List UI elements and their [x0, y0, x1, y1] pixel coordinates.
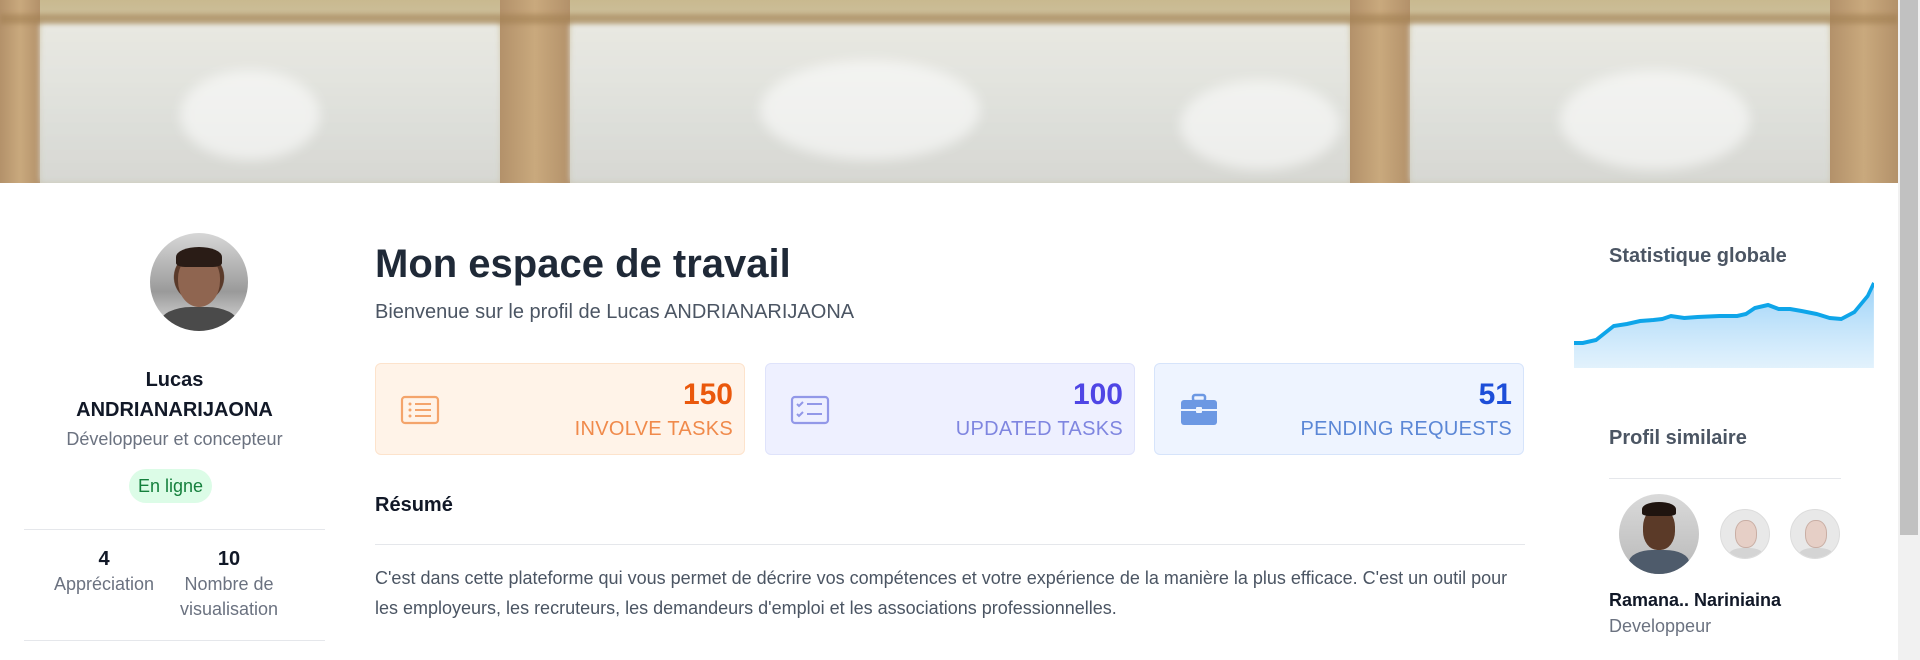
page-subtitle: Bienvenue sur le profil de Lucas ANDRIAN… [375, 301, 855, 323]
stat-card-pending-requests[interactable]: 51 PENDING REQUESTS [1154, 363, 1524, 455]
cover-banner [0, 0, 1898, 183]
scrollbar-thumb[interactable] [1900, 0, 1918, 535]
checklist-icon [790, 395, 830, 425]
similar-profile-role: Developpeur [1609, 616, 1712, 636]
summary-text: C'est dans cette plateforme qui vous per… [375, 568, 1508, 618]
summary-title: Résumé [375, 494, 453, 516]
card-value: 51 [1478, 378, 1512, 411]
list-icon [400, 395, 440, 425]
card-value: 150 [682, 378, 733, 411]
card-label: PENDING REQUESTS [1300, 418, 1512, 440]
stat-card-involve-tasks[interactable]: 150 INVOLVE TASKS [375, 363, 745, 455]
card-label: INVOLVE TASKS [574, 418, 733, 440]
stat-label: Appréciation [53, 574, 155, 594]
stat-value: 4 [98, 548, 110, 570]
stat-views: 10 Nombre de visualisation [169, 546, 289, 622]
profile-divider-top [24, 529, 325, 530]
profile-divider-bottom [24, 640, 325, 641]
similar-title: Profil similaire [1609, 427, 1747, 449]
profile-role: Développeur et concepteur [66, 429, 283, 449]
profile-first-name: Lucas [145, 369, 204, 391]
stat-value: 10 [217, 548, 241, 570]
summary-divider [375, 544, 1525, 545]
card-label: UPDATED TASKS [955, 418, 1123, 440]
similar-divider [1609, 478, 1841, 479]
card-value: 100 [1072, 378, 1123, 411]
briefcase-icon [1181, 393, 1217, 425]
profile-last-name: ANDRIANARIJAONA [76, 399, 273, 421]
status-badge: En ligne [129, 469, 213, 503]
avatar[interactable] [150, 233, 248, 331]
placeholder-avatar[interactable] [1790, 509, 1840, 559]
profile-name: Lucas ANDRIANARIJAONA [24, 365, 325, 425]
stat-card-updated-tasks[interactable]: 100 UPDATED TASKS [765, 363, 1135, 455]
stat-label: Nombre de visualisation [179, 574, 279, 619]
stat-appreciation: 4 Appréciation [44, 546, 164, 597]
placeholder-avatar[interactable] [1720, 509, 1770, 559]
similar-profile-avatar[interactable] [1619, 494, 1699, 574]
sparkline-chart [1574, 282, 1874, 368]
page-title: Mon espace de travail [375, 242, 791, 286]
similar-profile-name[interactable]: Ramana.. Nariniaina [1609, 590, 1781, 611]
